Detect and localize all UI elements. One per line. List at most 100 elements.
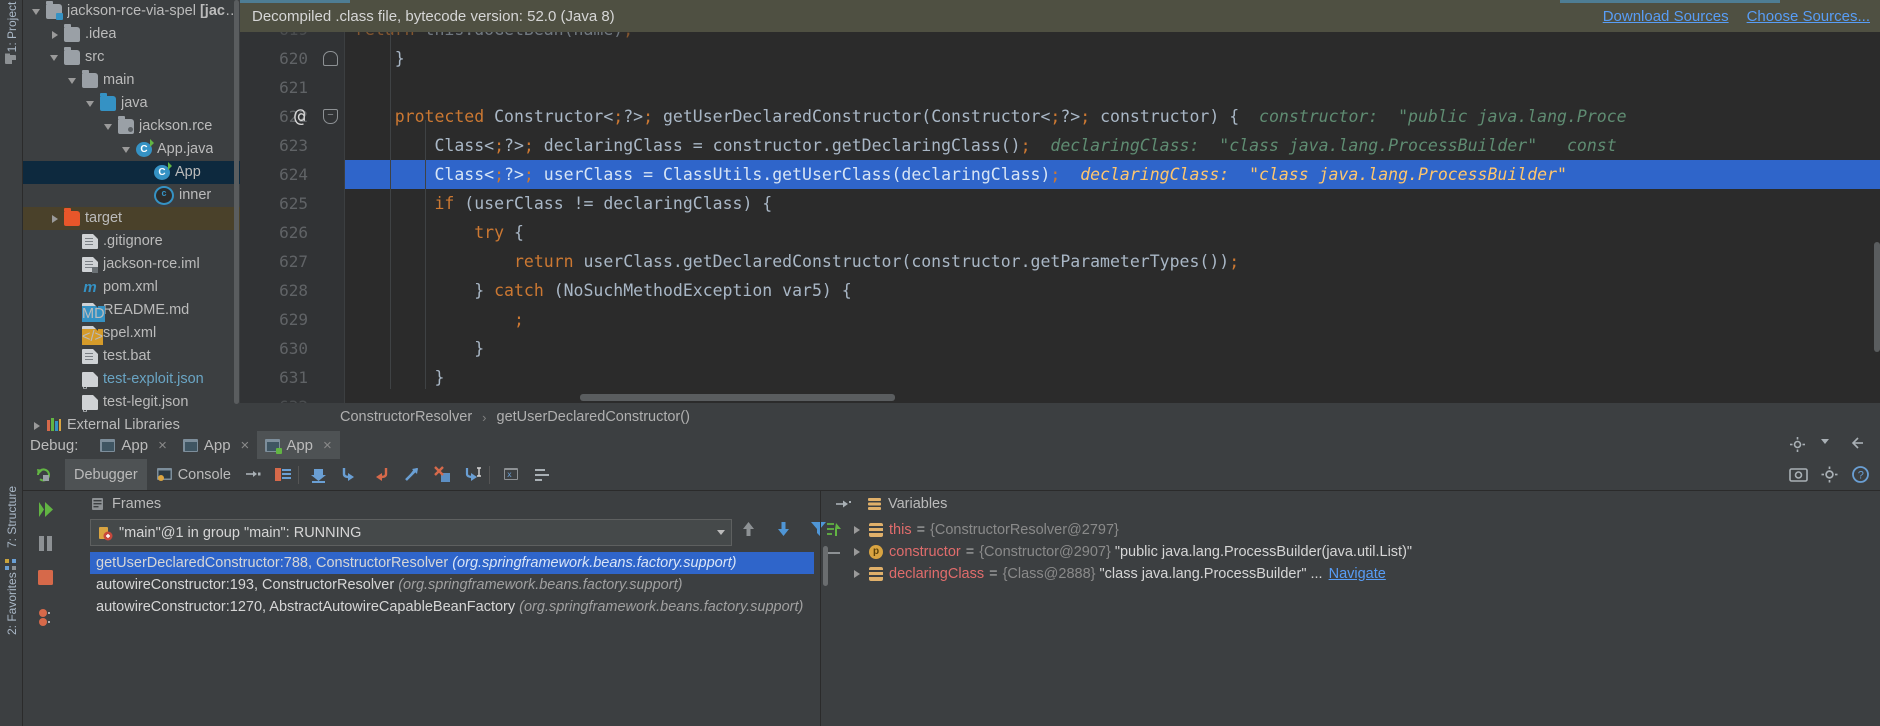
expand-arrow-icon[interactable] xyxy=(32,420,44,432)
resume-program-icon[interactable] xyxy=(36,500,55,519)
tool-window-button-favorites[interactable]: 2: Favorites xyxy=(5,572,19,635)
tree-item-jackson-rce-via-spel[interactable]: jackson-rce-via-spel [jackson xyxy=(22,0,240,23)
editor-vertical-scrollbar-thumb[interactable] xyxy=(1874,242,1880,352)
pause-program-icon[interactable] xyxy=(36,534,55,553)
drop-frame-icon[interactable] xyxy=(433,465,452,484)
code-editor[interactable]: 619 return this.doGetBean(name); 620 } 621 6… xyxy=(240,32,1880,403)
expand-arrow-icon[interactable] xyxy=(50,213,62,225)
code-line[interactable]: if (userClass != declaringClass) { xyxy=(345,189,1880,218)
code-line-current[interactable]: Class<;?>; userClass = ClassUtils.getUse… xyxy=(345,160,1880,189)
tree-item-test-exploit-json[interactable]: {} test-exploit.json xyxy=(22,368,240,391)
editor-horizontal-scrollbar[interactable] xyxy=(345,393,1880,403)
tree-item-jackson-rce-iml[interactable]: jackson-rce.iml xyxy=(22,253,240,276)
stop-program-icon[interactable] xyxy=(36,568,55,587)
step-into-icon[interactable] xyxy=(340,465,359,484)
debug-session-tab-2[interactable]: App × xyxy=(175,431,257,459)
tree-item-java[interactable]: java xyxy=(22,92,240,115)
rerun-icon[interactable] xyxy=(34,465,53,484)
sidebar-scrollbar-thumb[interactable] xyxy=(234,0,239,404)
expand-arrow-icon[interactable] xyxy=(852,525,863,536)
tree-item-test-bat[interactable]: test.bat xyxy=(22,345,240,368)
view-breakpoints-icon[interactable] xyxy=(36,608,55,627)
tree-item-inner[interactable]: c inner xyxy=(22,184,240,207)
tree-item--gitignore[interactable]: .gitignore xyxy=(22,230,240,253)
download-sources-link[interactable]: Download Sources xyxy=(1603,8,1729,25)
project-icon[interactable] xyxy=(4,52,18,66)
tree-item-app[interactable]: C App xyxy=(22,161,240,184)
move-down-icon[interactable] xyxy=(775,520,794,539)
step-over-icon[interactable] xyxy=(309,465,328,484)
collapse-arrow-icon[interactable] xyxy=(86,98,98,110)
settings-gear-icon[interactable] xyxy=(1789,436,1808,455)
debugger-subtab-debugger[interactable]: Debugger xyxy=(65,459,147,490)
code-fold-open-icon[interactable]: − xyxy=(322,102,338,131)
code-line[interactable]: return this.doGetBean(name); xyxy=(345,32,1880,44)
tree-item-pom-xml[interactable]: m pom.xml xyxy=(22,276,240,299)
thread-selector[interactable]: "main"@1 in group "main": RUNNING xyxy=(90,519,732,546)
debug-session-tab-1[interactable]: App × xyxy=(92,431,174,459)
frames-vars-separator[interactable] xyxy=(820,490,821,726)
code-fold-close-icon[interactable] xyxy=(322,44,338,73)
variable-row[interactable]: p constructor = {Constructor@2907} "public … xyxy=(852,541,1880,563)
code-line[interactable]: } xyxy=(345,363,1880,392)
tree-item--idea[interactable]: .idea xyxy=(22,23,240,46)
variable-row[interactable]: this = {ConstructorResolver@2797} xyxy=(852,519,1880,541)
tree-item-app-java[interactable]: C App.java xyxy=(22,138,240,161)
step-out-icon[interactable] xyxy=(402,465,421,484)
structure-icon[interactable] xyxy=(4,558,18,572)
move-up-icon[interactable] xyxy=(740,520,759,539)
collapse-arrow-icon[interactable] xyxy=(104,121,116,133)
code-line[interactable]: } catch (NoSuchMethodException var5) { xyxy=(345,276,1880,305)
frame-row[interactable]: getUserDeclaredConstructor:788, Construc… xyxy=(90,552,814,574)
expand-arrow-icon[interactable] xyxy=(852,547,863,558)
chevron-down-icon[interactable] xyxy=(1820,436,1839,455)
navigate-link[interactable]: Navigate xyxy=(1329,563,1386,585)
debugger-subtab-console[interactable]: Console xyxy=(147,459,240,490)
tree-item-target[interactable]: target xyxy=(22,207,240,230)
camera-icon[interactable] xyxy=(1789,465,1808,484)
close-icon[interactable]: × xyxy=(323,437,332,454)
frame-row[interactable]: autowireConstructor:193, ConstructorReso… xyxy=(90,574,814,596)
settings-gear-icon-2[interactable] xyxy=(1820,465,1839,484)
help-icon[interactable]: ? xyxy=(1851,465,1870,484)
add-watch-icon[interactable] xyxy=(824,520,843,539)
remove-watch-icon[interactable] xyxy=(828,552,840,554)
close-icon[interactable]: × xyxy=(158,437,167,454)
close-icon[interactable]: × xyxy=(241,437,250,454)
tree-item-jackson-rce[interactable]: jackson.rce xyxy=(22,115,240,138)
choose-sources-link[interactable]: Choose Sources... xyxy=(1747,8,1870,25)
pin-tab-icon[interactable] xyxy=(244,465,263,484)
project-tree[interactable]: jackson-rce-via-spel [jackson .idea src mai… xyxy=(22,0,240,442)
breadcrumb-item-class[interactable]: ConstructorResolver xyxy=(340,409,472,425)
tree-item-src[interactable]: src xyxy=(22,46,240,69)
tool-window-button-project[interactable]: 1: Project xyxy=(5,1,19,53)
code-line[interactable]: } xyxy=(345,334,1880,363)
layout-settings-icon[interactable] xyxy=(533,465,552,484)
run-to-cursor-icon[interactable] xyxy=(464,465,483,484)
hide-window-icon[interactable] xyxy=(1851,436,1870,455)
code-line[interactable]: Class<;?>; declaringClass = constructor.… xyxy=(345,131,1880,160)
tree-item-readme-md[interactable]: MD README.md xyxy=(22,299,240,322)
code-line[interactable] xyxy=(345,73,1880,102)
collapse-arrow-icon[interactable] xyxy=(32,6,44,18)
expand-arrow-icon[interactable] xyxy=(50,29,62,41)
frames-view-icon[interactable] xyxy=(273,465,292,484)
variable-row[interactable]: declaringClass = {Class@2888} "class java.… xyxy=(852,563,1880,585)
tree-item-test-legit-json[interactable]: {} test-legit.json xyxy=(22,391,240,414)
editor-horizontal-scrollbar-thumb[interactable] xyxy=(580,394,895,401)
chevron-down-icon-thread[interactable] xyxy=(717,530,725,535)
tree-item-main[interactable]: main xyxy=(22,69,240,92)
annotation-marker-icon[interactable]: @ xyxy=(294,102,305,131)
tree-item-spel-xml[interactable]: </> spel.xml xyxy=(22,322,240,345)
collapse-arrow-icon[interactable] xyxy=(50,52,62,64)
debug-session-tab-3[interactable]: App × xyxy=(257,431,340,459)
code-line[interactable]: try { xyxy=(345,218,1880,247)
breadcrumb-item-method[interactable]: getUserDeclaredConstructor() xyxy=(497,409,690,425)
force-step-into-icon[interactable] xyxy=(371,465,390,484)
new-watch-icon[interactable] xyxy=(834,495,851,512)
code-line[interactable]: } xyxy=(345,44,1880,73)
evaluate-expression-icon[interactable]: x xyxy=(502,465,521,484)
code-line[interactable]: return userClass.getDeclaredConstructor(… xyxy=(345,247,1880,276)
frame-row[interactable]: autowireConstructor:1270, AbstractAutowi… xyxy=(90,596,814,618)
code-line[interactable]: ; xyxy=(345,305,1880,334)
